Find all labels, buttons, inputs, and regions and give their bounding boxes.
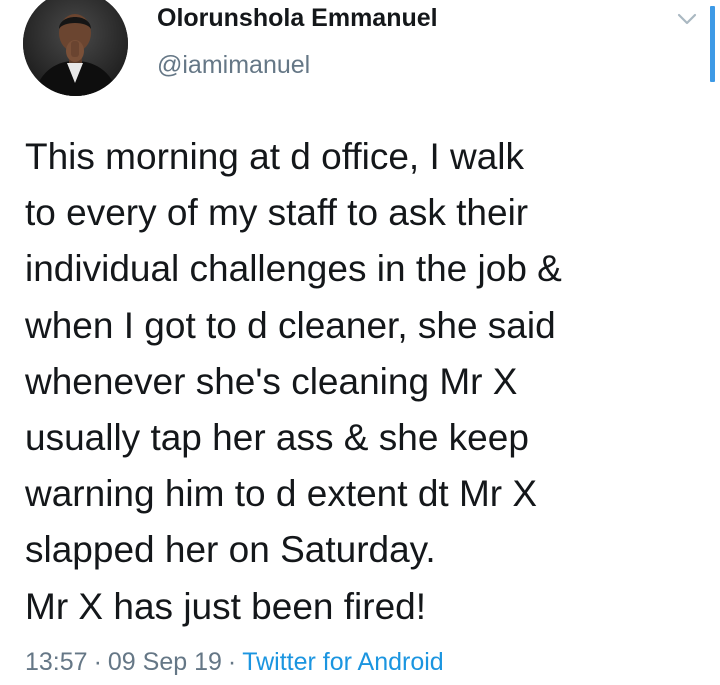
tweet-text-line: Mr X has just been fired! (25, 585, 427, 627)
tweet-text-line: usually tap her ass & she keep (25, 417, 529, 459)
chevron-down-icon[interactable] (676, 8, 698, 30)
tweet-text-line: individual challenges in the job & (25, 248, 562, 290)
tweet-text-line: warning him to d extent dt Mr X (25, 473, 538, 515)
tweet-text-line: to every of my staff to ask their (25, 192, 529, 234)
avatar[interactable] (23, 0, 128, 96)
tweet-source-link[interactable]: Twitter for Android (242, 648, 443, 676)
tweet-time[interactable]: 13:57 (25, 648, 88, 676)
meta-separator: · (93, 648, 102, 676)
meta-separator: · (227, 648, 237, 676)
scrollbar[interactable] (710, 6, 715, 82)
author-handle[interactable]: @iamimanuel (157, 51, 310, 80)
tweet-text-line: This morning at d office, I walk (25, 136, 525, 177)
tweet-text-line: when I got to d cleaner, she said (25, 304, 556, 346)
tweet-text: This morning at d office, I walk to ever… (25, 129, 695, 635)
tweet-text-line: whenever she's cleaning Mr X (25, 360, 518, 402)
tweet-card: Olorunshola Emmanuel @iamimanuel This mo… (0, 0, 720, 685)
tweet-text-line: slapped her on Saturday. (25, 529, 436, 571)
user-avatar-icon (23, 0, 128, 96)
author-display-name[interactable]: Olorunshola Emmanuel (157, 4, 438, 33)
tweet-date[interactable]: 09 Sep 19 (108, 648, 222, 676)
tweet-meta: 13:57 · 09 Sep 19 · Twitter for Android (25, 648, 444, 677)
